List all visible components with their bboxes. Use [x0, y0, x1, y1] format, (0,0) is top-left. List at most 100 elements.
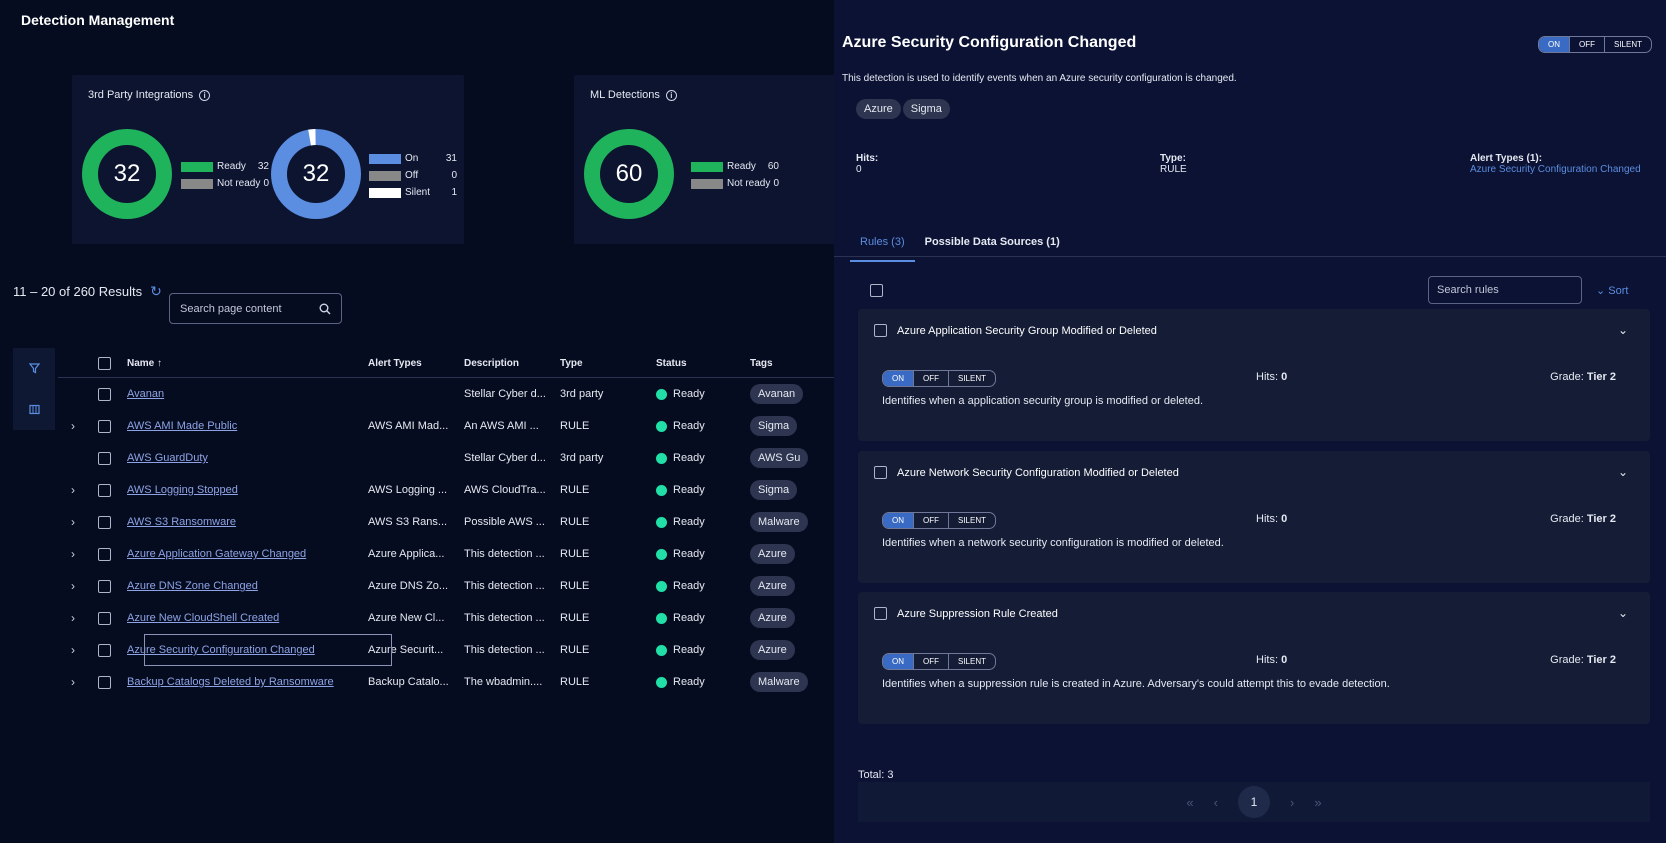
search-icon — [319, 303, 331, 314]
refresh-icon[interactable]: ↻ — [150, 283, 162, 300]
header-type[interactable]: Type — [560, 358, 656, 369]
detection-name-link[interactable]: Azure DNS Zone Changed — [127, 580, 258, 592]
table-row[interactable]: › Azure Application Gateway Changed Azure … — [58, 538, 838, 570]
status-dot-icon — [656, 580, 667, 592]
table-row[interactable]: AWS GuardDuty Stellar Cyber d... 3rd party… — [58, 442, 838, 474]
row-checkbox[interactable] — [98, 483, 111, 497]
alert-type-link[interactable]: Azure Security Configuration Changed — [1470, 164, 1641, 175]
table-row[interactable]: › Azure DNS Zone Changed Azure DNS Zo... Th… — [58, 570, 838, 602]
row-checkbox[interactable] — [98, 611, 111, 625]
rule-card: Azure Suppression Rule Created ⌄ ON OFF SILE… — [858, 592, 1650, 724]
columns-icon[interactable] — [13, 389, 55, 430]
toggle-silent[interactable]: SILENT — [949, 513, 995, 528]
detection-name-link[interactable]: AWS S3 Ransomware — [127, 516, 236, 528]
header-tags[interactable]: Tags — [750, 358, 838, 369]
sort-label: Sort — [1608, 285, 1629, 297]
table-row[interactable]: › Azure New CloudShell Created Azure New C… — [58, 602, 838, 634]
row-checkbox[interactable] — [98, 451, 111, 465]
sort-button[interactable]: ⌄ Sort — [1596, 284, 1628, 297]
current-page[interactable]: 1 — [1238, 786, 1270, 818]
tag-sigma: Sigma — [902, 99, 950, 119]
detection-name-link[interactable]: AWS Logging Stopped — [127, 484, 238, 496]
row-checkbox[interactable] — [98, 643, 111, 657]
info-icon[interactable]: i — [665, 89, 677, 101]
detection-name-link[interactable]: Avanan — [127, 388, 164, 400]
filter-icon[interactable] — [13, 348, 55, 389]
next-page-icon[interactable]: › — [1290, 795, 1294, 810]
detection-name-link[interactable]: Azure Application Gateway Changed — [127, 548, 306, 560]
chevron-down-icon: ⌄ — [1596, 285, 1606, 297]
row-checkbox[interactable] — [98, 387, 111, 401]
row-checkbox[interactable] — [98, 419, 111, 433]
tag: Azure — [750, 608, 795, 628]
toggle-silent[interactable]: SILENT — [949, 654, 995, 669]
detection-name-link[interactable]: Backup Catalogs Deleted by Ransomware — [127, 676, 334, 688]
table-row[interactable]: › AWS AMI Made Public AWS AMI Mad... An AWS… — [58, 410, 838, 442]
rule-checkbox[interactable] — [874, 607, 887, 620]
table-row[interactable]: › Backup Catalogs Deleted by Ransomware Ba… — [58, 666, 838, 698]
row-checkbox[interactable] — [98, 579, 111, 593]
header-name[interactable]: Name ↑ — [121, 358, 368, 369]
rules-search-input[interactable]: Search rules — [1428, 276, 1582, 304]
row-checkbox[interactable] — [98, 515, 111, 529]
select-all-rules-checkbox[interactable] — [870, 284, 883, 297]
search-input[interactable]: Search page content — [169, 293, 342, 324]
toggle-silent[interactable]: SILENT — [949, 371, 995, 386]
row-checkbox[interactable] — [98, 675, 111, 689]
toggle-silent[interactable]: SILENT — [1605, 37, 1651, 52]
select-all-checkbox[interactable] — [98, 357, 111, 370]
alert-types-cell: AWS S3 Rans... — [368, 516, 448, 528]
prev-page-icon[interactable]: ‹ — [1214, 795, 1218, 810]
tag: Malware — [750, 672, 808, 692]
status-cell: Ready — [656, 388, 750, 400]
sort-up-icon: ↑ — [157, 358, 163, 369]
toggle-on[interactable]: ON — [883, 513, 914, 528]
first-page-icon[interactable]: « — [1186, 795, 1193, 810]
table-row[interactable]: › AWS Logging Stopped AWS Logging ... AWS C… — [58, 474, 838, 506]
rule-checkbox[interactable] — [874, 324, 887, 337]
tags-cell: Malware — [750, 512, 838, 532]
last-page-icon[interactable]: » — [1314, 795, 1321, 810]
expand-chevron-icon[interactable]: › — [58, 675, 88, 689]
meta-hits: Hits: 0 — [856, 153, 878, 175]
toggle-off[interactable]: OFF — [1570, 37, 1605, 52]
table-row[interactable]: Avanan Stellar Cyber d... 3rd party Ready Av… — [58, 378, 838, 410]
row-checkbox-cell — [88, 387, 121, 401]
header-description[interactable]: Description — [464, 358, 560, 369]
toggle-on[interactable]: ON — [883, 654, 914, 669]
toggle-off[interactable]: OFF — [914, 371, 949, 386]
expand-chevron-icon[interactable]: › — [58, 611, 88, 625]
toggle-off[interactable]: OFF — [914, 513, 949, 528]
toggle-on[interactable]: ON — [1538, 37, 1570, 52]
alert-types-cell: Backup Catalo... — [368, 676, 449, 688]
row-checkbox[interactable] — [98, 547, 111, 561]
rule-checkbox[interactable] — [874, 466, 887, 479]
expand-chevron-icon[interactable]: › — [58, 643, 88, 657]
status-dot-icon — [656, 644, 667, 656]
name-cell: Backup Catalogs Deleted by Ransomware — [121, 676, 368, 688]
expand-chevron-icon[interactable]: › — [58, 515, 88, 529]
status-dot-icon — [656, 548, 667, 560]
detection-name-link[interactable]: Azure New CloudShell Created — [127, 612, 279, 624]
ml-detections-card: ML Detections i 60 Ready 60 Not ready 0 — [574, 75, 838, 244]
chevron-down-icon[interactable]: ⌄ — [1618, 323, 1628, 337]
chevron-down-icon[interactable]: ⌄ — [1618, 465, 1628, 479]
toggle-off[interactable]: OFF — [914, 654, 949, 669]
rule-hits-label: Hits: — [1256, 371, 1278, 383]
header-alert-types[interactable]: Alert Types — [368, 358, 464, 369]
tag: Sigma — [750, 480, 798, 500]
expand-chevron-icon[interactable]: › — [58, 579, 88, 593]
detection-name-link[interactable]: AWS GuardDuty — [127, 452, 208, 464]
detection-name-link[interactable]: AWS AMI Made Public — [127, 420, 237, 432]
chevron-down-icon[interactable]: ⌄ — [1618, 606, 1628, 620]
expand-chevron-icon[interactable]: › — [58, 419, 88, 433]
toggle-on[interactable]: ON — [883, 371, 914, 386]
info-icon[interactable]: i — [199, 89, 211, 101]
tag: Sigma — [750, 416, 798, 436]
expand-chevron-icon[interactable]: › — [58, 547, 88, 561]
header-status[interactable]: Status — [656, 358, 750, 369]
type-cell: RULE — [560, 612, 590, 624]
table-row[interactable]: › AWS S3 Ransomware AWS S3 Rans... Possible… — [58, 506, 838, 538]
expand-chevron-icon[interactable]: › — [58, 483, 88, 497]
table-row[interactable]: › Azure Security Configuration Changed Azu… — [58, 634, 838, 666]
